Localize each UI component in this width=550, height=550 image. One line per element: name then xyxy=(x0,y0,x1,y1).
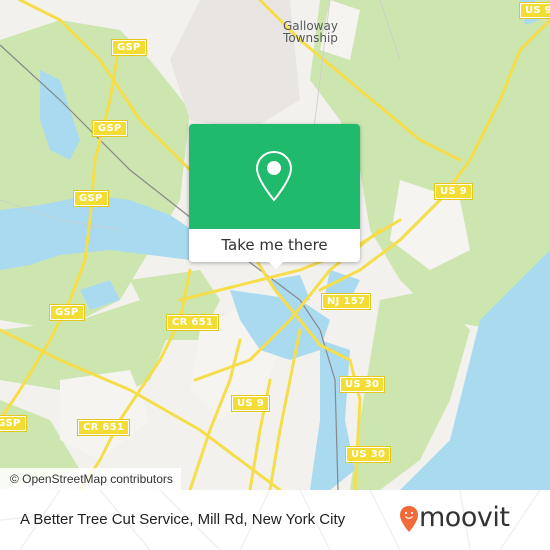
road-shield-us9: US 9 xyxy=(519,2,550,19)
popup-tail xyxy=(267,260,285,269)
moovit-pin-icon xyxy=(400,506,418,532)
road-shield-cr651: CR 651 xyxy=(165,314,220,331)
road-shield-us30: US 30 xyxy=(338,376,386,393)
place-title: A Better Tree Cut Service, Mill Rd, New … xyxy=(20,511,346,528)
road-shield-cr651: CR 651 xyxy=(76,419,131,436)
place-label-galloway-township: Galloway Township xyxy=(283,20,338,44)
map-view[interactable]: Galloway Township US 9 GSP GSP GSP GSP G… xyxy=(0,0,550,490)
road-shield-gsp: GSP xyxy=(0,415,27,432)
road-shield-gsp: GSP xyxy=(92,120,128,137)
road-shield-gsp: GSP xyxy=(73,190,109,207)
road-shield-nj157: NJ 157 xyxy=(320,293,372,310)
road-shield-us9: US 9 xyxy=(231,395,270,412)
road-shield-gsp: GSP xyxy=(111,39,147,56)
moovit-wordmark: moovit xyxy=(419,502,510,533)
destination-popup[interactable]: Take me there xyxy=(189,124,360,269)
footer-bar: A Better Tree Cut Service, Mill Rd, New … xyxy=(0,490,550,550)
place-label-line2: Township xyxy=(283,31,338,45)
map-attribution[interactable]: © OpenStreetMap contributors xyxy=(0,468,181,490)
road-shield-gsp: GSP xyxy=(49,304,85,321)
location-pin-icon xyxy=(255,150,293,202)
road-shield-us9: US 9 xyxy=(434,183,473,200)
road-shield-us30: US 30 xyxy=(344,446,392,463)
take-me-there-button[interactable]: Take me there xyxy=(189,229,360,262)
popup-header[interactable] xyxy=(189,124,360,229)
